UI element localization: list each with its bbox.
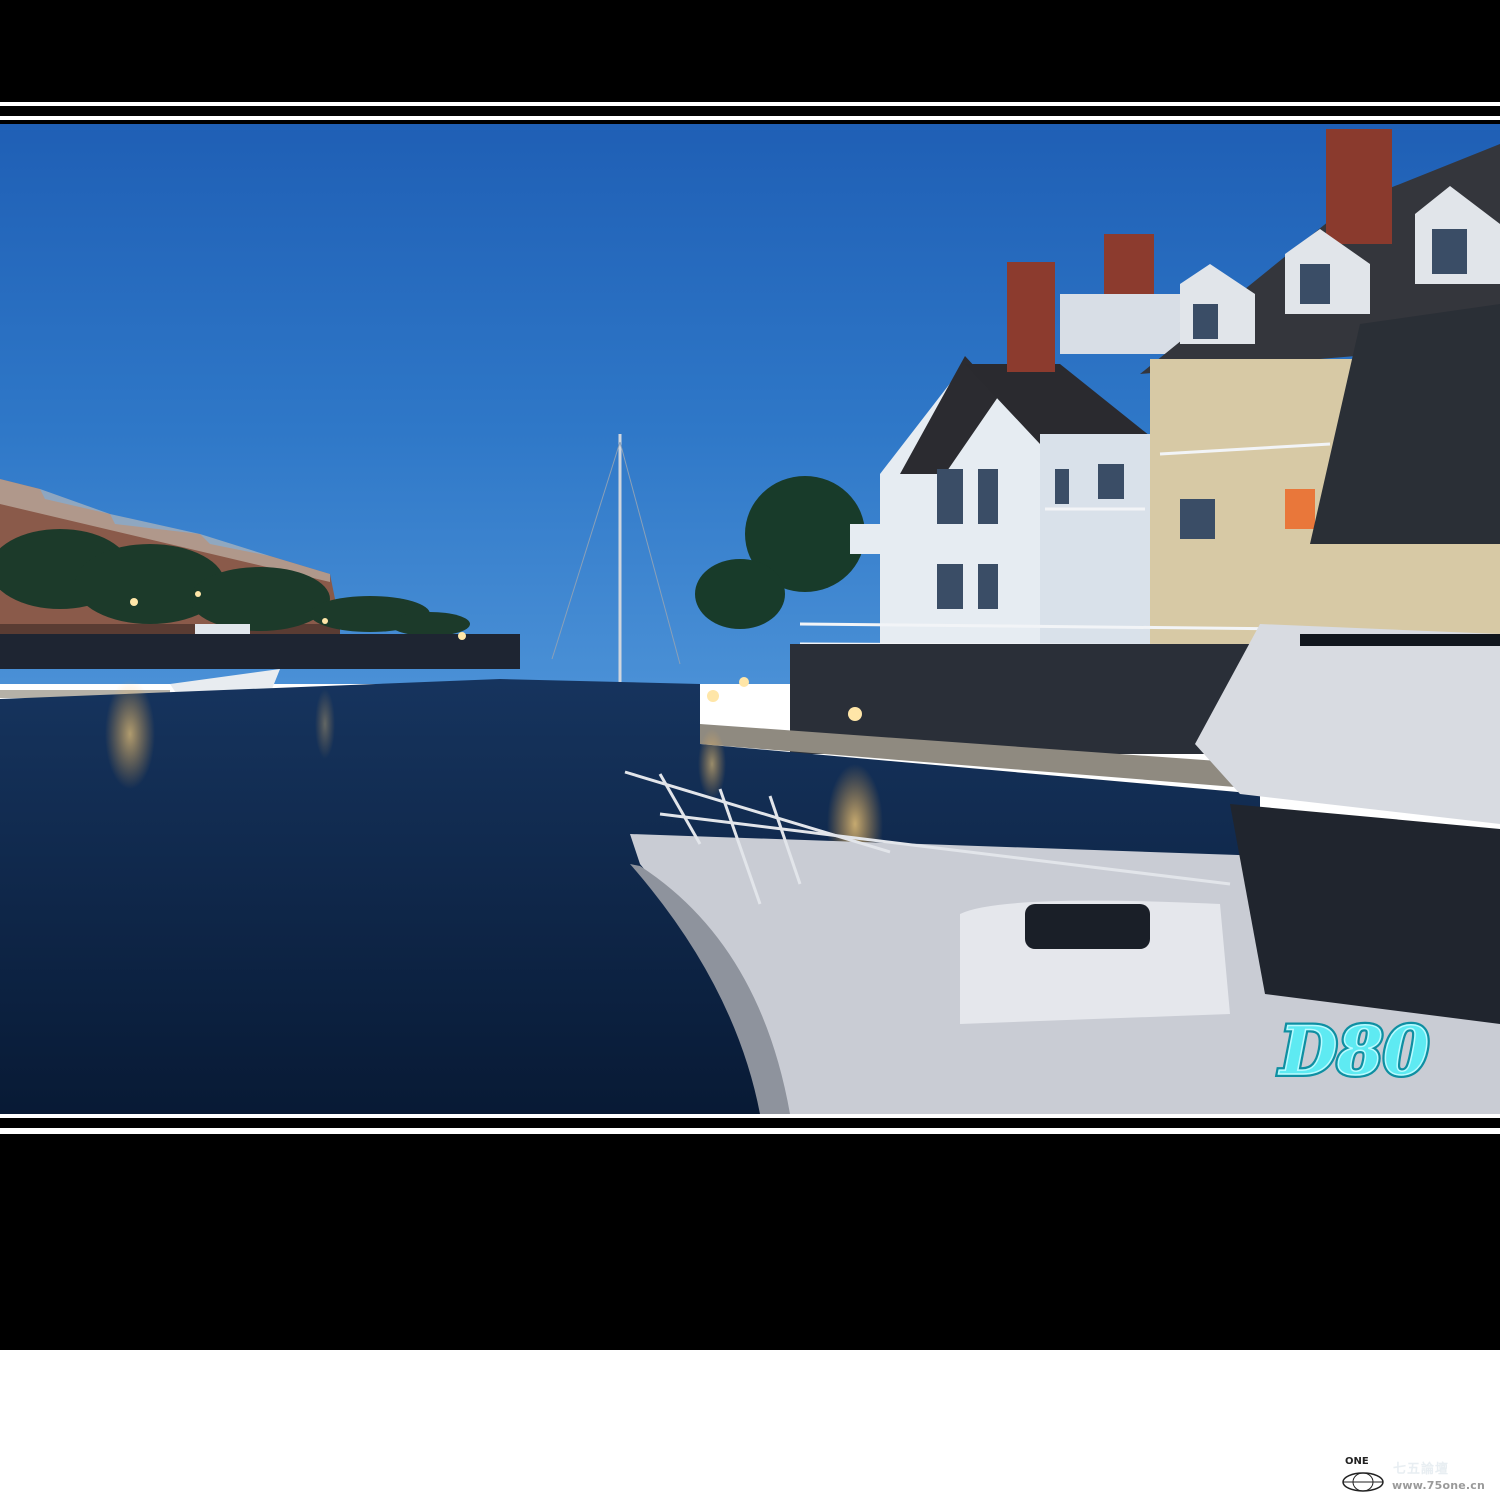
footer-brand-word: ONE bbox=[1345, 1456, 1369, 1467]
bottom-rule-outer bbox=[0, 1128, 1500, 1132]
d80-watermark: D80 D80 bbox=[1275, 1009, 1432, 1093]
marina-dusk-photo: D80 D80 bbox=[0, 124, 1500, 1114]
bottom-black-band bbox=[0, 1134, 1500, 1350]
footer-site-name: 七五論壇 bbox=[1393, 1462, 1450, 1477]
top-rule-inner bbox=[0, 116, 1500, 120]
footer-site-url: www.75one.cn bbox=[1392, 1479, 1486, 1492]
bottom-black-band-gap bbox=[0, 1118, 1500, 1128]
top-rule-outer bbox=[0, 102, 1500, 106]
svg-text:D80: D80 bbox=[1278, 1012, 1429, 1090]
